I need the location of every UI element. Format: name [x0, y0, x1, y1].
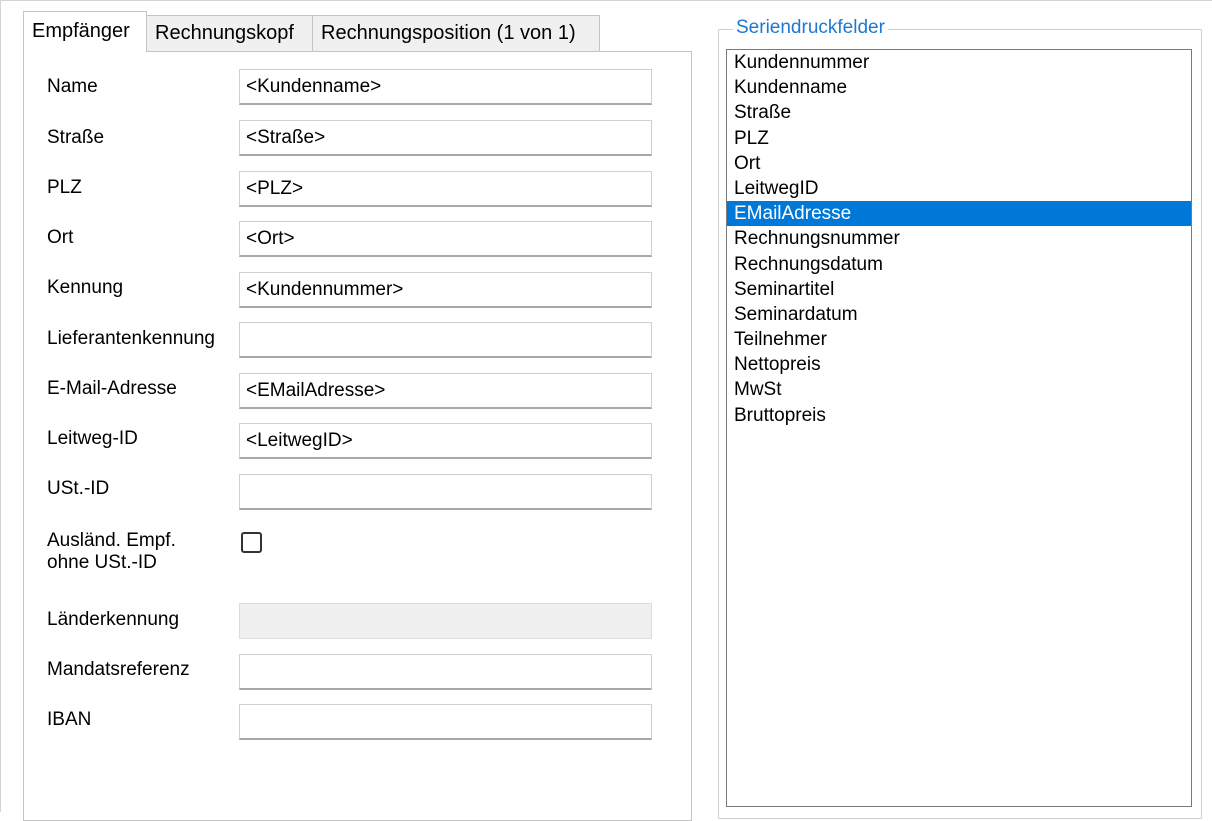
- list-item[interactable]: Kundenname: [727, 75, 1191, 100]
- ort-label: Ort: [47, 227, 74, 248]
- list-item[interactable]: Kundennummer: [727, 50, 1191, 75]
- lieferantenkennung-field[interactable]: [239, 322, 652, 358]
- name-field[interactable]: [239, 69, 652, 105]
- strasse-field[interactable]: [239, 120, 652, 156]
- tab-empfaenger[interactable]: Empfänger: [23, 11, 147, 52]
- list-item[interactable]: Rechnungsdatum: [727, 252, 1191, 277]
- leitweg-id-field[interactable]: [239, 423, 652, 459]
- list-item[interactable]: Nettopreis: [727, 352, 1191, 377]
- name-label: Name: [47, 76, 98, 97]
- kennung-label: Kennung: [47, 277, 124, 298]
- list-item[interactable]: PLZ: [727, 126, 1191, 151]
- laenderkennung-label: Länderkennung: [47, 609, 180, 630]
- auslaend-label-line1: Ausländ. Empf.: [47, 530, 176, 551]
- plz-field[interactable]: [239, 171, 652, 207]
- list-item[interactable]: Seminartitel: [727, 277, 1191, 302]
- kennung-field[interactable]: [239, 272, 652, 308]
- laenderkennung-field: [239, 603, 652, 639]
- ort-field[interactable]: [239, 221, 652, 257]
- email-label: E-Mail-Adresse: [47, 378, 177, 399]
- iban-label: IBAN: [47, 709, 92, 730]
- list-item[interactable]: Teilnehmer: [727, 327, 1191, 352]
- plz-label: PLZ: [47, 177, 82, 198]
- list-item[interactable]: Seminardatum: [727, 302, 1191, 327]
- list-item[interactable]: Rechnungsnummer: [727, 226, 1191, 251]
- seriendruckfelder-title: Seriendruckfelder: [733, 16, 888, 40]
- tab-rechnungsposition[interactable]: Rechnungsposition (1 von 1): [312, 15, 600, 51]
- list-item[interactable]: Ort: [727, 151, 1191, 176]
- leitweg-id-label: Leitweg-ID: [47, 428, 138, 449]
- list-item[interactable]: EMailAdresse: [727, 201, 1191, 227]
- strasse-label: Straße: [47, 127, 105, 148]
- mandatsreferenz-label: Mandatsreferenz: [47, 659, 190, 680]
- seriendruckfelder-listbox[interactable]: Kundennummer Kundenname Straße PLZ Ort Leitwe…: [726, 49, 1192, 807]
- email-field[interactable]: [239, 373, 652, 409]
- window: Empfänger Rechnungskopf Rechnungspositio…: [0, 0, 1212, 821]
- mandatsreferenz-field[interactable]: [239, 654, 652, 690]
- ust-id-label: USt.-ID: [47, 478, 110, 499]
- list-item[interactable]: Straße: [727, 100, 1191, 125]
- list-item[interactable]: Bruttopreis: [727, 403, 1191, 428]
- ust-id-field[interactable]: [239, 474, 652, 510]
- iban-field[interactable]: [239, 704, 652, 740]
- tab-rechnungskopf[interactable]: Rechnungskopf: [146, 15, 313, 51]
- lieferantenkennung-label: Lieferantenkennung: [47, 328, 215, 349]
- auslaend-empf-checkbox[interactable]: [241, 532, 262, 553]
- list-item[interactable]: MwSt: [727, 377, 1191, 402]
- list-item[interactable]: LeitwegID: [727, 176, 1191, 201]
- auslaend-label-line2: ohne USt.-ID: [47, 552, 157, 573]
